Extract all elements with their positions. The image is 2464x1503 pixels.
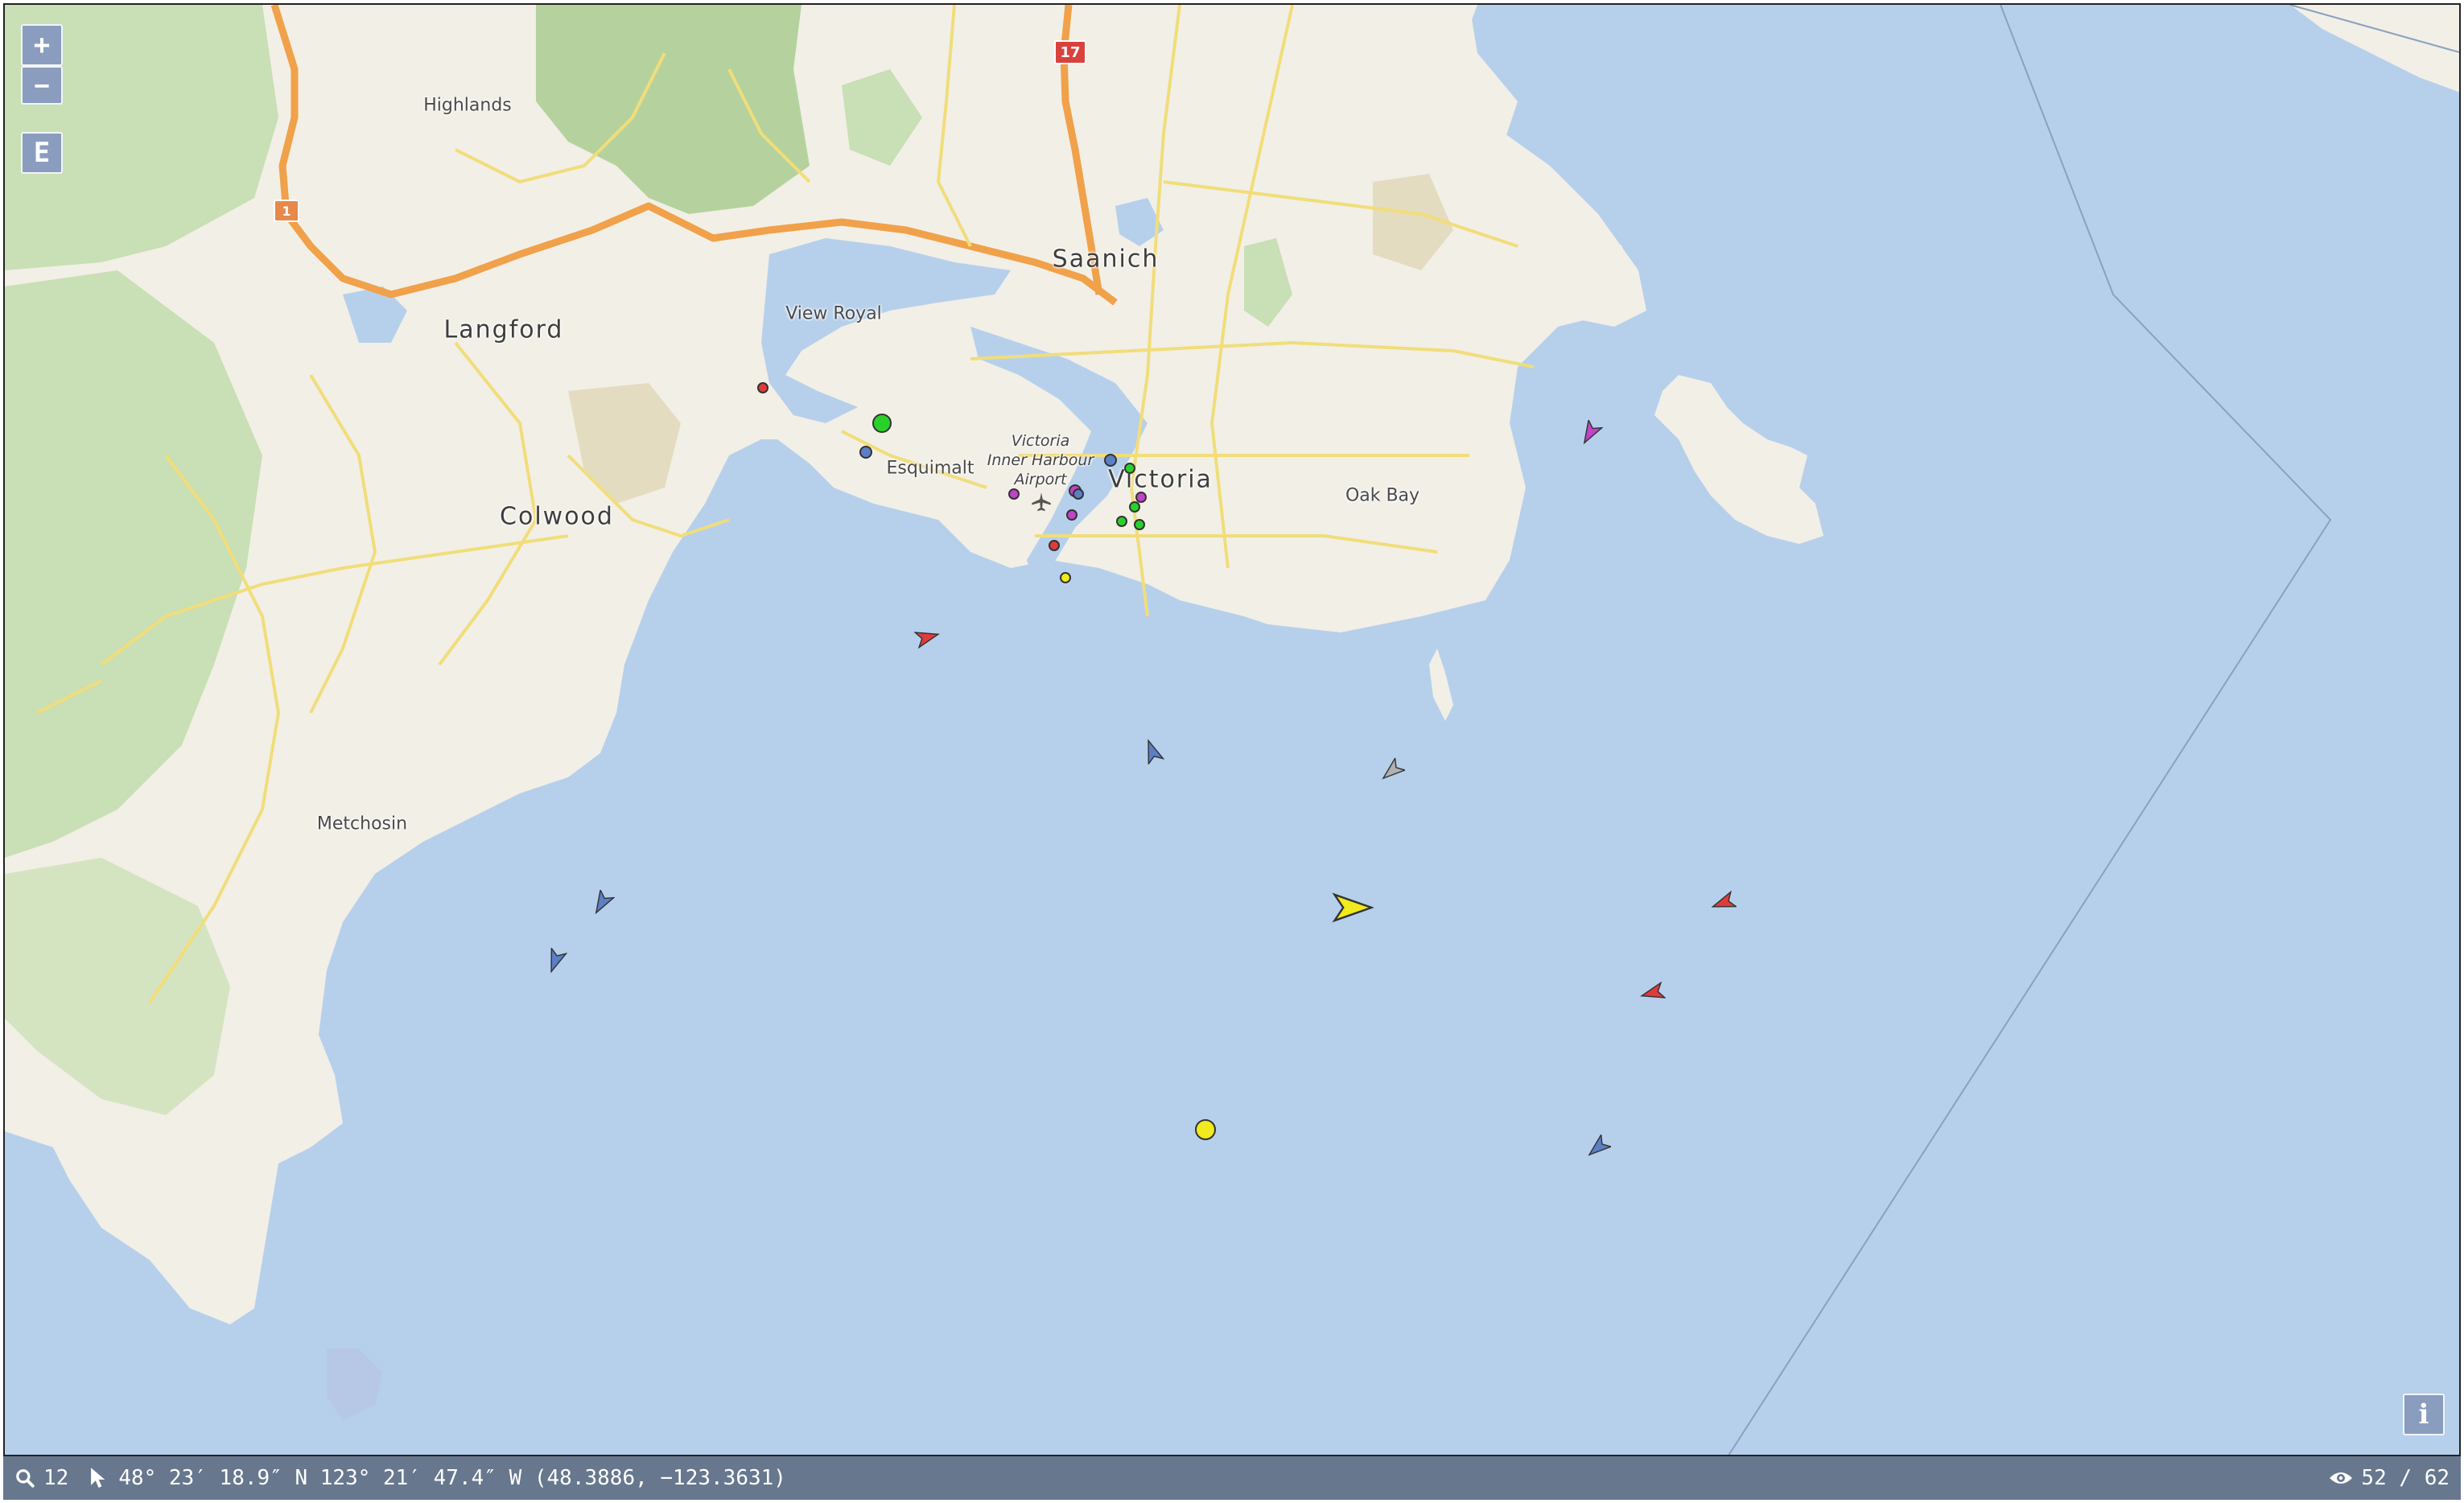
- vessel-arrow-marker[interactable]: [542, 948, 568, 974]
- vessel-dot-marker[interactable]: [1049, 540, 1060, 551]
- vessel-dot-marker[interactable]: [1134, 519, 1145, 530]
- vessel-dot-marker[interactable]: [1104, 454, 1117, 467]
- place-highlands: Highlands: [423, 95, 512, 116]
- vessel-dot-marker[interactable]: [1129, 501, 1140, 513]
- status-bar: 12 48° 23′ 18.9″ N 123° 21′ 47.4″ W (48.…: [3, 1456, 2461, 1500]
- place-metchosin: Metchosin: [316, 813, 408, 834]
- vessel-arrow-marker[interactable]: [1585, 1134, 1611, 1160]
- boundary-line-1: [1728, 5, 2332, 1455]
- place-esquimalt: Esquimalt: [886, 458, 974, 479]
- vessel-dot-marker[interactable]: [1066, 509, 1077, 521]
- vessel-dot-marker[interactable]: [1073, 488, 1084, 500]
- place-colwood: Colwood: [500, 502, 614, 531]
- cursor-icon: [91, 1468, 105, 1489]
- vessel-arrow-marker[interactable]: [1379, 758, 1405, 784]
- eye-icon: [2330, 1472, 2353, 1484]
- vessel-dot-marker[interactable]: [1135, 492, 1147, 503]
- info-button[interactable]: i: [2403, 1394, 2445, 1435]
- vessel-dot-marker[interactable]: [872, 414, 892, 433]
- vessel-arrow-marker[interactable]: [1139, 739, 1165, 764]
- vessel-dot-marker[interactable]: [1116, 516, 1127, 527]
- vessel-arrow-marker[interactable]: [1711, 890, 1737, 916]
- island-chatham: [1654, 375, 1823, 544]
- vessel-arrow-marker[interactable]: [589, 890, 615, 916]
- coordinates-value: 48° 23′ 18.9″ N 123° 21′ 47.4″ W (48.388…: [118, 1466, 786, 1490]
- zoom-out-button[interactable]: −: [21, 66, 63, 105]
- highway-shield-17: 17: [1054, 40, 1086, 64]
- vessel-dot-marker[interactable]: [1195, 1119, 1216, 1140]
- layer-toggle-button[interactable]: E: [21, 132, 63, 174]
- vessel-dot-marker[interactable]: [859, 446, 872, 459]
- island-small-1: [1429, 649, 1453, 721]
- place-langford: Langford: [443, 315, 564, 344]
- land-northeast: [2290, 5, 2459, 93]
- vessel-dot-marker[interactable]: [757, 382, 768, 393]
- zoom-level-value: 12: [43, 1466, 69, 1490]
- place-view-royal: View Royal: [785, 303, 882, 324]
- vessel-dot-marker[interactable]: [1124, 463, 1135, 474]
- place-oak-bay: Oak Bay: [1345, 485, 1420, 506]
- airport-label-line-2: Inner Harbour: [987, 451, 1094, 469]
- place-saanich: Saanich: [1052, 245, 1160, 274]
- airport-label-line-1: Victoria: [1011, 432, 1070, 450]
- airplane-icon: [1032, 492, 1051, 512]
- zoom-in-button[interactable]: +: [21, 24, 63, 66]
- highway-shield-1: 1: [274, 200, 299, 222]
- cursor-coordinates: 48° 23′ 18.9″ N 123° 21′ 47.4″ W (48.388…: [89, 1466, 786, 1490]
- island-race-rocks: [327, 1349, 383, 1421]
- place-airport-label: Victoria Inner Harbour Airport: [987, 431, 1094, 489]
- basemap: [5, 5, 2459, 1455]
- search-icon: [16, 1469, 35, 1488]
- vessel-arrow-marker[interactable]: [1330, 886, 1374, 929]
- map-viewport[interactable]: Highlands Langford View Royal Saanich Es…: [3, 3, 2461, 1456]
- vessel-arrow-marker[interactable]: [1577, 420, 1603, 446]
- vessel-dot-marker[interactable]: [1060, 572, 1071, 583]
- vessel-dot-marker[interactable]: [1008, 488, 1020, 500]
- vessel-count-readout: 52 / 62: [2329, 1466, 2450, 1490]
- vessel-arrow-marker[interactable]: [1640, 980, 1666, 1006]
- vessel-count-value: 52 / 62: [2361, 1466, 2450, 1490]
- zoom-level-readout: 12: [14, 1466, 68, 1490]
- vessel-arrow-marker[interactable]: [914, 624, 940, 650]
